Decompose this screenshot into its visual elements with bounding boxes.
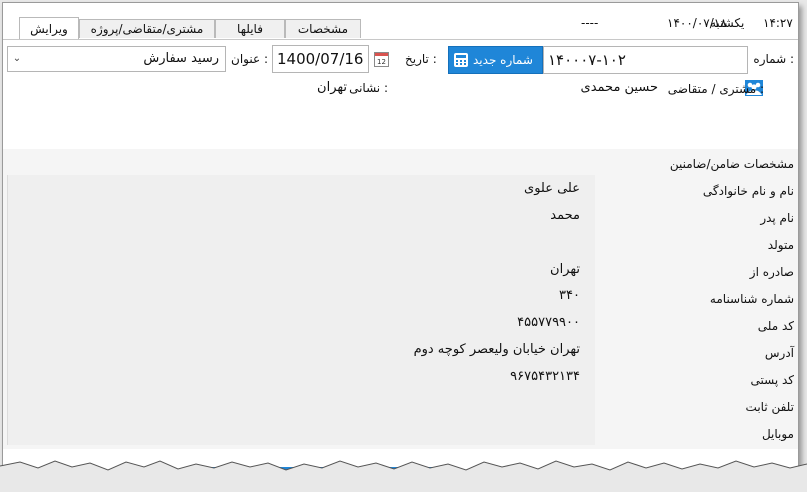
- field-value-father-name: محمد: [550, 208, 580, 223]
- number-field[interactable]: ۱۴۰۰۰۷-۱۰۲: [543, 46, 748, 74]
- field-label-address: آدرس: [764, 346, 794, 360]
- tab-edit[interactable]: ویرایش: [19, 17, 79, 39]
- guarantor-values-panel: [7, 175, 595, 445]
- field-label-postal-code: کد پستی: [750, 373, 795, 387]
- field-value-postal-code: ۹۶۷۵۴۳۲۱۳۴: [510, 369, 580, 384]
- field-label-birth: متولد: [767, 238, 794, 252]
- top-bar: ویرایش مشتری/متقاضی/پروژه فایلها مشخصات …: [3, 3, 798, 40]
- tab-specifications[interactable]: مشخصات: [285, 19, 361, 38]
- field-label-issued-in: صادره از: [749, 265, 794, 279]
- tab-files[interactable]: فایلها: [215, 19, 285, 38]
- field-label-mobile: موبایل: [761, 427, 794, 441]
- field-value-address: تهران خیابان ولیعصر کوچه دوم: [413, 342, 580, 357]
- document-window: ویرایش مشتری/متقاضی/پروژه فایلها مشخصات …: [2, 2, 799, 474]
- tab-label: فایلها: [237, 22, 263, 36]
- guarantor-section-title: مشخصات ضامن/ضامنین: [669, 157, 794, 171]
- field-value-fullname: علی علوی: [524, 181, 580, 196]
- torn-edge-decoration: [0, 460, 807, 492]
- tab-label: مشخصات: [297, 22, 349, 36]
- tab-label: ویرایش: [30, 22, 68, 36]
- field-value-national-code: ۴۵۵۷۷۹۹۰۰: [517, 315, 580, 330]
- field-label-fullname: نام و نام خانوادگی: [702, 184, 794, 198]
- title-select[interactable]: ⌄ رسید سفارش: [7, 46, 226, 72]
- calculator-icon: [454, 53, 468, 67]
- field-label-national-code: کد ملی: [757, 319, 794, 333]
- number-value: ۱۴۰۰۰۷-۱۰۲: [548, 51, 626, 69]
- field-label-phone: تلفن ثابت: [745, 400, 794, 414]
- new-number-label: شماره جدید: [473, 53, 533, 67]
- status-time: ۱۴:۲۷: [763, 16, 793, 30]
- date-field[interactable]: 1400/07/16: [272, 45, 369, 73]
- field-label-id-number: شماره شناسنامه: [709, 292, 794, 306]
- header-form-row: شماره : ۱۴۰۰۰۷-۱۰۲ شماره جدید تاریخ : 12…: [3, 40, 798, 76]
- chevron-down-icon[interactable]: ⌄: [10, 49, 24, 69]
- tab-label: مشتری/متقاضی/پروژه: [90, 22, 204, 36]
- tab-customer-project[interactable]: مشتری/متقاضی/پروژه: [79, 19, 215, 38]
- calendar-icon[interactable]: 12: [374, 52, 389, 67]
- title-value: رسید سفارش: [143, 51, 219, 66]
- field-label-father-name: نام پدر: [760, 211, 794, 225]
- customer-label: مشتری / متقاضی :: [667, 82, 764, 96]
- address-label: نشانی :: [349, 81, 388, 95]
- customer-value: حسین محمدی: [580, 80, 658, 95]
- title-label: عنوان :: [231, 52, 268, 66]
- field-value-issued-in: تهران: [550, 262, 580, 277]
- status-dashes: ----: [581, 16, 599, 30]
- address-value: تهران: [317, 80, 347, 95]
- date-label: تاریخ :: [405, 52, 437, 66]
- field-value-id-number: ۳۴۰: [559, 288, 580, 303]
- number-label: شماره :: [753, 52, 794, 66]
- date-value: 1400/07/16: [277, 50, 364, 68]
- svg-text:12: 12: [377, 58, 386, 66]
- new-number-button[interactable]: شماره جدید: [448, 46, 543, 74]
- status-day: یکشنبه: [710, 16, 745, 30]
